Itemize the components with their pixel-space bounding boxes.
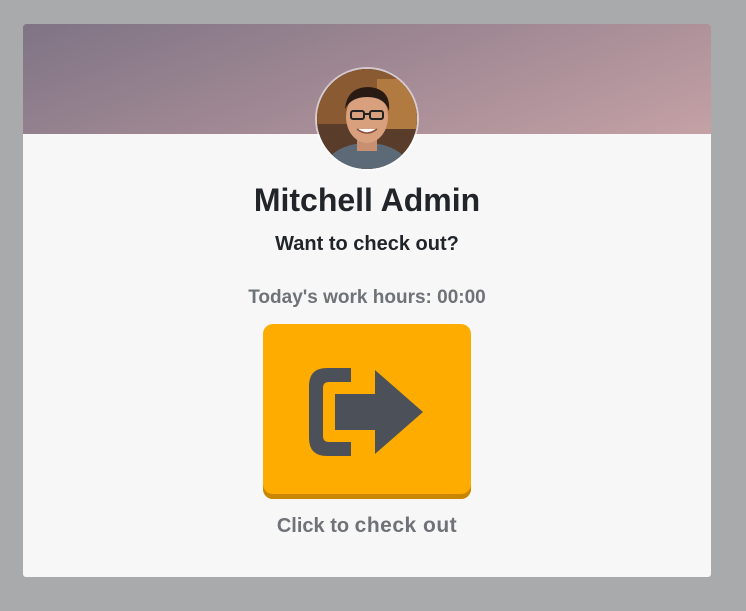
check-out-button[interactable] — [263, 324, 471, 499]
avatar — [317, 69, 417, 169]
work-hours: Today's work hours: 00:00 — [248, 287, 486, 308]
attendance-card: Mitchell Admin Want to check out? Today'… — [23, 24, 711, 577]
check-out-hint: Click to check out — [23, 514, 711, 538]
sign-out-icon — [309, 368, 423, 456]
hint-action: check out — [354, 514, 458, 537]
checkout-question: Want to check out? — [275, 233, 459, 255]
employee-name: Mitchell Admin — [253, 182, 481, 218]
hint-prefix: Click to — [276, 515, 350, 537]
